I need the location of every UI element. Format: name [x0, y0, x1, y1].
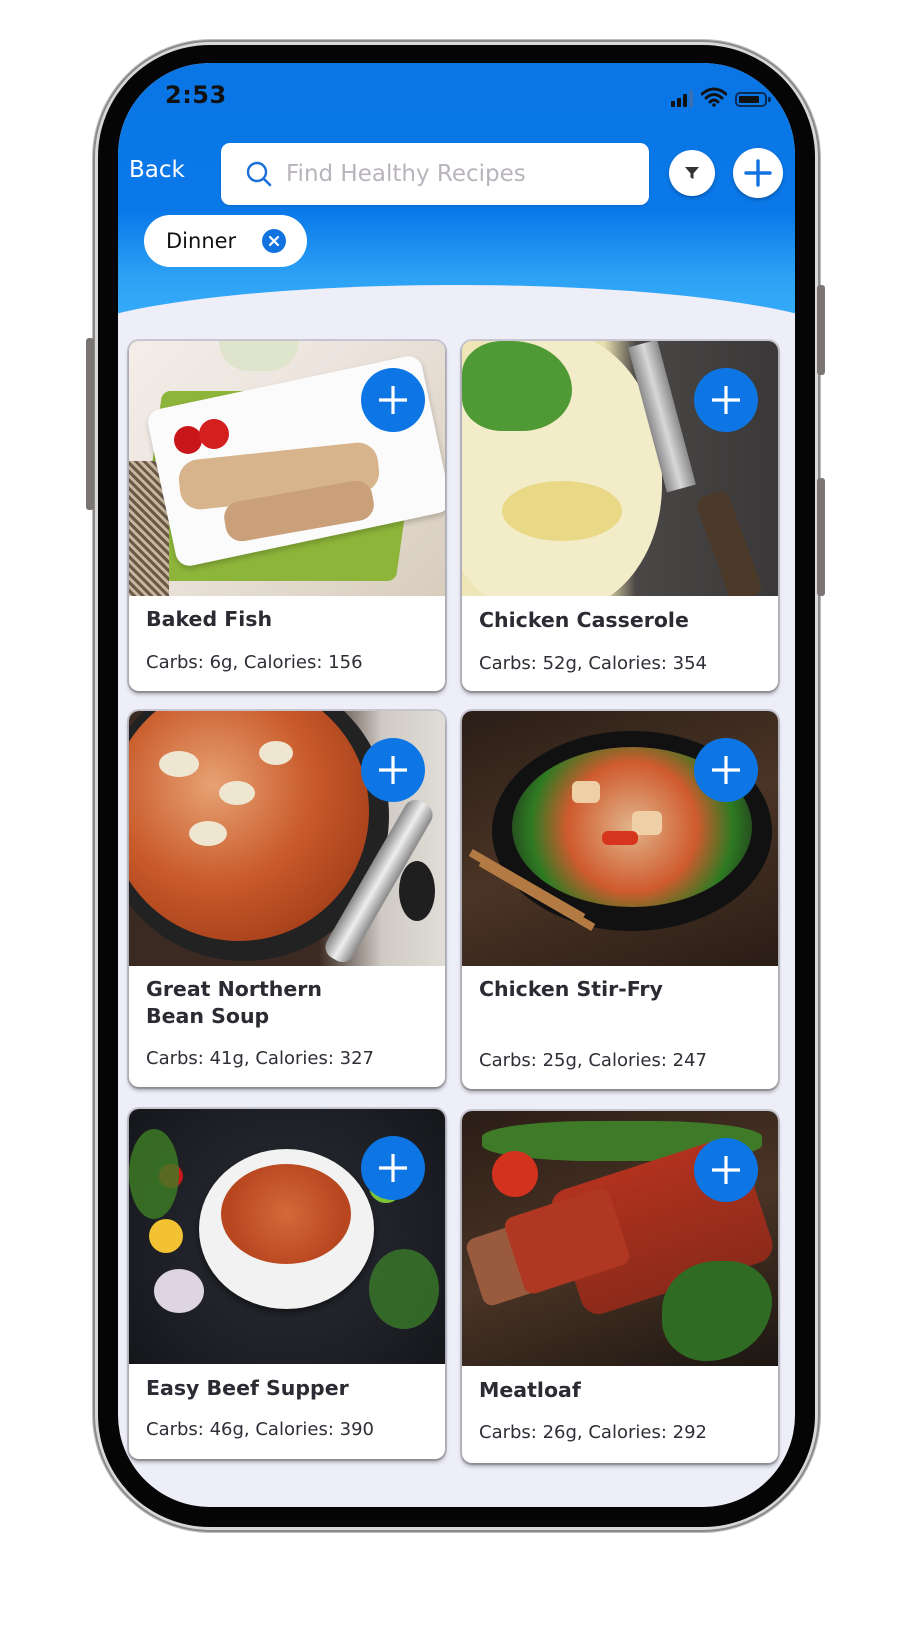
recipe-image-chicken-stir-fry — [462, 711, 778, 966]
recipe-name: Chicken Stir-Fry — [479, 977, 663, 1001]
recipe-card[interactable]: Baked Fish Carbs: 6g, Calories: 156 — [129, 341, 445, 691]
recipe-nutrition: Carbs: 52g, Calories: 354 — [479, 653, 707, 674]
recipe-card[interactable]: Easy Beef Supper Carbs: 46g, Calories: 3… — [129, 1109, 445, 1459]
recipe-name: Chicken Casserole — [479, 608, 689, 632]
status-icons — [671, 87, 771, 107]
recipe-nutrition: Carbs: 41g, Calories: 327 — [146, 1048, 374, 1069]
battery-icon — [735, 92, 771, 107]
recipe-image-meatloaf — [462, 1111, 778, 1366]
recipe-name: Great Northern Bean Soup — [146, 977, 322, 1028]
plus-icon — [712, 386, 740, 414]
search-bar[interactable] — [221, 143, 649, 205]
add-to-plan-button[interactable] — [361, 368, 425, 432]
recipe-image-bean-soup — [129, 711, 445, 966]
plus-icon — [379, 386, 407, 414]
app-screen: 2:53 Back Dinner — [118, 63, 795, 1507]
signal-icon — [671, 89, 693, 107]
recipe-nutrition: Carbs: 6g, Calories: 156 — [146, 652, 363, 673]
recipe-nutrition: Carbs: 46g, Calories: 390 — [146, 1419, 374, 1440]
add-to-plan-button[interactable] — [361, 738, 425, 802]
phone-side-button — [817, 285, 825, 375]
recipe-card[interactable]: Chicken Stir-Fry Carbs: 25g, Calories: 2… — [462, 711, 778, 1089]
add-to-plan-button[interactable] — [361, 1136, 425, 1200]
add-to-plan-button[interactable] — [694, 1138, 758, 1202]
close-circle-icon[interactable] — [262, 229, 286, 253]
recipe-image-baked-fish — [129, 341, 445, 596]
filter-funnel-icon — [685, 167, 699, 179]
search-input[interactable] — [284, 160, 628, 188]
recipe-name: Meatloaf — [479, 1378, 581, 1402]
back-button[interactable]: Back — [129, 157, 185, 183]
phone-side-button — [86, 338, 94, 510]
recipe-nutrition: Carbs: 25g, Calories: 247 — [479, 1050, 707, 1071]
search-icon — [246, 161, 272, 187]
recipe-image-easy-beef-supper — [129, 1109, 445, 1364]
plus-icon — [712, 756, 740, 784]
recipe-nutrition: Carbs: 26g, Calories: 292 — [479, 1422, 707, 1443]
plus-icon — [379, 1154, 407, 1182]
filter-chip-dinner[interactable]: Dinner — [144, 215, 307, 267]
add-recipe-button[interactable] — [733, 148, 783, 198]
add-to-plan-button[interactable] — [694, 368, 758, 432]
status-time: 2:53 — [165, 81, 227, 109]
recipe-card[interactable]: Meatloaf Carbs: 26g, Calories: 292 — [462, 1111, 778, 1463]
plus-icon — [744, 159, 772, 187]
recipe-card[interactable]: Great Northern Bean Soup Carbs: 41g, Cal… — [129, 711, 445, 1087]
filter-chip-label: Dinner — [166, 229, 237, 253]
wifi-icon — [701, 87, 727, 107]
add-to-plan-button[interactable] — [694, 738, 758, 802]
recipe-image-chicken-casserole — [462, 341, 778, 596]
plus-icon — [379, 756, 407, 784]
recipe-name: Baked Fish — [146, 607, 273, 631]
filter-button[interactable] — [669, 150, 715, 196]
recipe-card[interactable]: Chicken Casserole Carbs: 52g, Calories: … — [462, 341, 778, 691]
phone-side-button — [817, 478, 825, 596]
recipe-name: Easy Beef Supper — [146, 1376, 349, 1400]
plus-icon — [712, 1156, 740, 1184]
